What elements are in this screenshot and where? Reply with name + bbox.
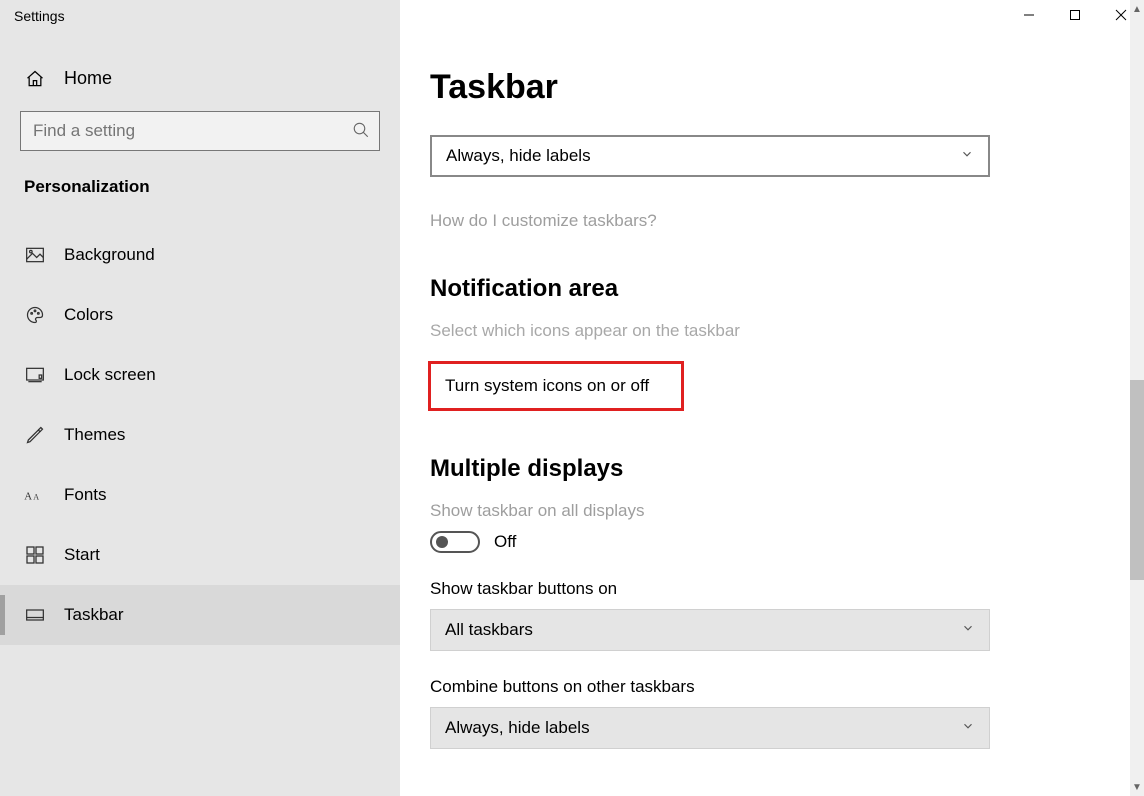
link-select-icons[interactable]: Select which icons appear on the taskbar [430,321,1094,341]
search-icon [352,121,370,144]
nav-list: Background Colors Lock screen Themes [0,215,400,645]
search-input[interactable] [20,111,380,151]
combine-other-label: Combine buttons on other taskbars [430,677,1094,697]
sidebar-item-themes[interactable]: Themes [0,405,400,465]
section-multiple-displays: Multiple displays [430,455,1094,483]
sidebar-item-label: Background [64,245,155,265]
dropdown-value: Always, hide labels [446,146,591,166]
minimize-button[interactable] [1006,0,1052,30]
sidebar-item-lockscreen[interactable]: Lock screen [0,345,400,405]
page-title: Taskbar [430,68,1094,107]
maximize-button[interactable] [1052,0,1098,30]
show-buttons-on-label: Show taskbar buttons on [430,579,1094,599]
sidebar-item-start[interactable]: Start [0,525,400,585]
themes-icon [24,425,46,445]
fonts-icon: AA [24,486,46,504]
dropdown-value: All taskbars [445,620,533,640]
palette-icon [24,305,46,325]
sidebar: Home Personalization Background [0,0,400,796]
chevron-down-icon [961,620,975,640]
show-taskbar-all-displays-toggle[interactable] [430,531,480,553]
combine-buttons-dropdown[interactable]: Always, hide labels [430,135,990,177]
svg-text:A: A [24,491,32,503]
link-system-icons[interactable]: Turn system icons on or off [437,370,657,402]
sidebar-item-label: Themes [64,425,125,445]
scroll-down-icon[interactable]: ▼ [1130,778,1144,796]
dropdown-value: Always, hide labels [445,718,590,738]
sidebar-item-label: Lock screen [64,365,156,385]
sidebar-item-fonts[interactable]: AA Fonts [0,465,400,525]
help-link[interactable]: How do I customize taskbars? [430,211,1094,231]
sidebar-item-label: Start [64,545,100,565]
home-label: Home [64,68,112,89]
svg-text:A: A [33,493,39,502]
window-title: Settings [0,0,65,24]
category-heading: Personalization [20,151,380,215]
section-notification: Notification area [430,275,1094,303]
combine-other-dropdown[interactable]: Always, hide labels [430,707,990,749]
sidebar-item-label: Taskbar [64,605,124,625]
highlight-annotation: Turn system icons on or off [428,361,684,411]
toggle-state: Off [494,532,516,552]
sidebar-item-label: Fonts [64,485,107,505]
toggle-caption: Show taskbar on all displays [430,501,1094,521]
sidebar-item-label: Colors [64,305,113,325]
chevron-down-icon [960,146,974,166]
main-panel: Taskbar Always, hide labels How do I cus… [400,0,1144,796]
start-icon [24,546,46,564]
home-icon [24,69,46,89]
home-nav[interactable]: Home [20,62,380,111]
sidebar-item-background[interactable]: Background [0,225,400,285]
picture-icon [24,246,46,264]
title-bar: Settings [0,0,1144,38]
lockscreen-icon [24,366,46,384]
sidebar-item-taskbar[interactable]: Taskbar [0,585,400,645]
chevron-down-icon [961,718,975,738]
scrollbar[interactable]: ▲ ▼ [1130,0,1144,796]
close-button[interactable] [1098,0,1144,30]
show-buttons-on-dropdown[interactable]: All taskbars [430,609,990,651]
sidebar-item-colors[interactable]: Colors [0,285,400,345]
scroll-thumb[interactable] [1130,380,1144,580]
taskbar-icon [24,607,46,623]
